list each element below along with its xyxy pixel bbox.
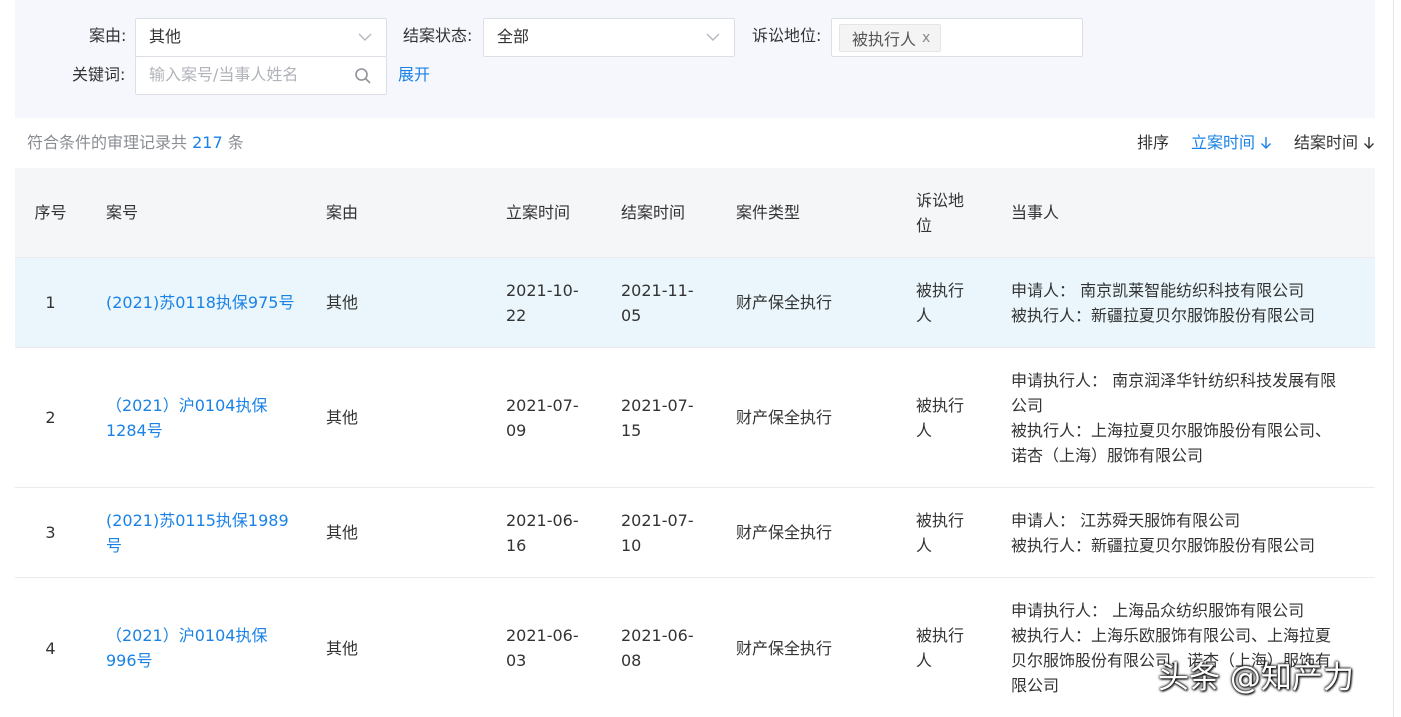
row-position: 被执行 人 (916, 395, 965, 440)
keyword-label: 关键词: (72, 65, 126, 84)
row-filed-date: 2021-06- 03 (506, 626, 579, 670)
row-cause: 其他 (326, 408, 359, 427)
case-number-link[interactable]: （2021）沪0104执保 996号 (106, 578, 306, 717)
row-filed-date: 2021-10- 22 (506, 280, 579, 325)
result-summary: 符合条件的审理记录共 217 条 (27, 133, 244, 153)
row-position: 被执行 人 (916, 280, 965, 325)
row-cause: 其他 (326, 293, 359, 312)
table-row: 3 (2021)苏0115执保1989 号 其他 2021-06- 16 202… (15, 488, 1375, 578)
party-line: 申请人： 江苏舜天服饰有限公司 (1011, 510, 1241, 530)
case-number-link[interactable]: (2021)苏0118执保975号 (106, 258, 306, 347)
position-label: 诉讼地位: (752, 26, 822, 45)
header-cause: 案由 (326, 203, 359, 222)
sort-label: 排序 (1136, 133, 1169, 152)
table-row: 4 （2021）沪0104执保 996号 其他 2021-06- 03 2021… (15, 578, 1375, 717)
table-header-row: 序号 案号 案由 立案时间 结案时间 案件类型 诉讼地 位 当事人 (15, 168, 1375, 258)
case-number-link[interactable]: (2021)苏0115执保1989 号 (106, 488, 306, 577)
row-parties: 申请执行人： 南京润泽华针纺织科技发展有限 公司 被执行人：上海拉夏贝尔服饰股份… (1011, 348, 1361, 487)
row-seq: 3 (45, 523, 56, 542)
row-parties: 申请人： 江苏舜天服饰有限公司 被执行人：新疆拉夏贝尔服饰股份有限公司 (1011, 488, 1361, 577)
status-select-value: 全部 (497, 27, 530, 46)
keyword-input[interactable]: 输入案号/当事人姓名 (135, 56, 387, 95)
position-multiselect[interactable]: 被执行人 x (831, 18, 1083, 57)
party-line: 被执行人：上海乐欧服饰有限公司、上海拉夏 (1011, 626, 1332, 645)
row-closed-date: 2021-07- 15 (621, 395, 694, 440)
header-closed-date: 结案时间 (621, 203, 686, 222)
arrow-down-icon (1364, 137, 1374, 149)
party-line: 被执行人：新疆拉夏贝尔服饰股份有限公司 (1011, 305, 1316, 325)
row-filed-date: 2021-06- 16 (506, 510, 579, 555)
cause-select[interactable]: 其他 (135, 18, 387, 57)
row-parties: 申请执行人： 上海品众纺织服饰有限公司 被执行人：上海乐欧服饰有限公司、上海拉夏… (1011, 578, 1361, 717)
row-parties: 申请人： 南京凯莱智能纺织科技有限公司 被执行人：新疆拉夏贝尔服饰股份有限公司 (1011, 258, 1361, 347)
row-position: 被执行 人 (916, 626, 965, 670)
sort-by-filed-label: 立案时间 (1190, 133, 1255, 152)
summary-prefix: 符合条件的审理记录共 (27, 133, 188, 152)
header-position: 诉讼地 位 (916, 190, 965, 235)
result-count: 217 (192, 133, 223, 152)
search-icon[interactable] (354, 67, 372, 85)
row-case-type: 财产保全执行 (736, 638, 833, 658)
row-case-type: 财产保全执行 (736, 293, 833, 312)
row-closed-date: 2021-11- 05 (621, 280, 694, 325)
party-line: 公司 (1011, 395, 1044, 415)
header-filed-date: 立案时间 (506, 203, 571, 222)
row-closed-date: 2021-06- 08 (621, 626, 694, 670)
header-seq: 序号 (34, 203, 67, 222)
case-number-link[interactable]: （2021）沪0104执保 1284号 (106, 348, 306, 487)
header-case-type: 案件类型 (736, 203, 801, 222)
party-line: 被执行人：上海拉夏贝尔服饰股份有限公司、 (1011, 420, 1332, 440)
case-table: 序号 案号 案由 立案时间 结案时间 案件类型 诉讼地 位 当事人 1 (202… (15, 168, 1375, 717)
row-case-type: 财产保全执行 (736, 408, 833, 427)
position-tag-label: 被执行人 (852, 30, 917, 49)
row-closed-date: 2021-07- 10 (621, 510, 694, 555)
sort-by-filed-date[interactable]: 立案时间 (1191, 133, 1272, 153)
row-position: 被执行 人 (916, 510, 965, 555)
scrollbar-track[interactable] (1393, 0, 1394, 717)
party-line: 诺杏（上海）服饰有限公司 (1011, 445, 1204, 465)
table-row: 2 （2021）沪0104执保 1284号 其他 2021-07- 09 202… (15, 348, 1375, 488)
status-select[interactable]: 全部 (483, 18, 735, 57)
sort-by-closed-label: 结案时间 (1293, 133, 1358, 152)
keyword-placeholder: 输入案号/当事人姓名 (149, 65, 299, 84)
row-seq: 4 (45, 638, 56, 658)
cause-label: 案由: (89, 26, 127, 45)
sort-by-closed-date[interactable]: 结案时间 (1294, 133, 1375, 153)
expand-link[interactable]: 展开 (398, 65, 430, 85)
status-label: 结案状态: (403, 26, 473, 45)
row-cause: 其他 (326, 523, 359, 542)
row-cause: 其他 (326, 638, 359, 658)
arrow-down-icon (1260, 137, 1271, 149)
party-line: 申请人： 南京凯莱智能纺织科技有限公司 (1011, 280, 1305, 300)
party-line: 被执行人：新疆拉夏贝尔服饰股份有限公司 (1011, 535, 1316, 555)
summary-suffix: 条 (227, 133, 244, 152)
row-seq: 1 (45, 293, 56, 312)
position-tag: 被执行人 x (839, 24, 942, 52)
header-case-no: 案号 (106, 203, 139, 222)
chevron-down-icon (358, 33, 372, 41)
cause-select-value: 其他 (149, 27, 182, 46)
tag-close-icon[interactable]: x (922, 31, 930, 45)
sort-bar: 排序 立案时间 结案时间 (1137, 133, 1375, 153)
watermark: 头条 @知产力 (1158, 660, 1354, 696)
header-parties: 当事人 (1011, 203, 1060, 222)
party-line: 申请执行人： 上海品众纺织服饰有限公司 (1011, 601, 1305, 620)
row-case-type: 财产保全执行 (736, 523, 833, 542)
row-filed-date: 2021-07- 09 (506, 395, 579, 440)
filter-panel: 案由: 其他 结案状态: 全部 诉讼地位: 被执行人 x 关键词: 输入案号/当… (15, 0, 1375, 118)
party-line: 申请执行人： 南京润泽华针纺织科技发展有限 (1011, 370, 1337, 390)
row-seq: 2 (45, 408, 56, 427)
table-row: 1 (2021)苏0118执保975号 其他 2021-10- 22 2021-… (15, 258, 1375, 348)
chevron-down-icon (706, 33, 720, 41)
